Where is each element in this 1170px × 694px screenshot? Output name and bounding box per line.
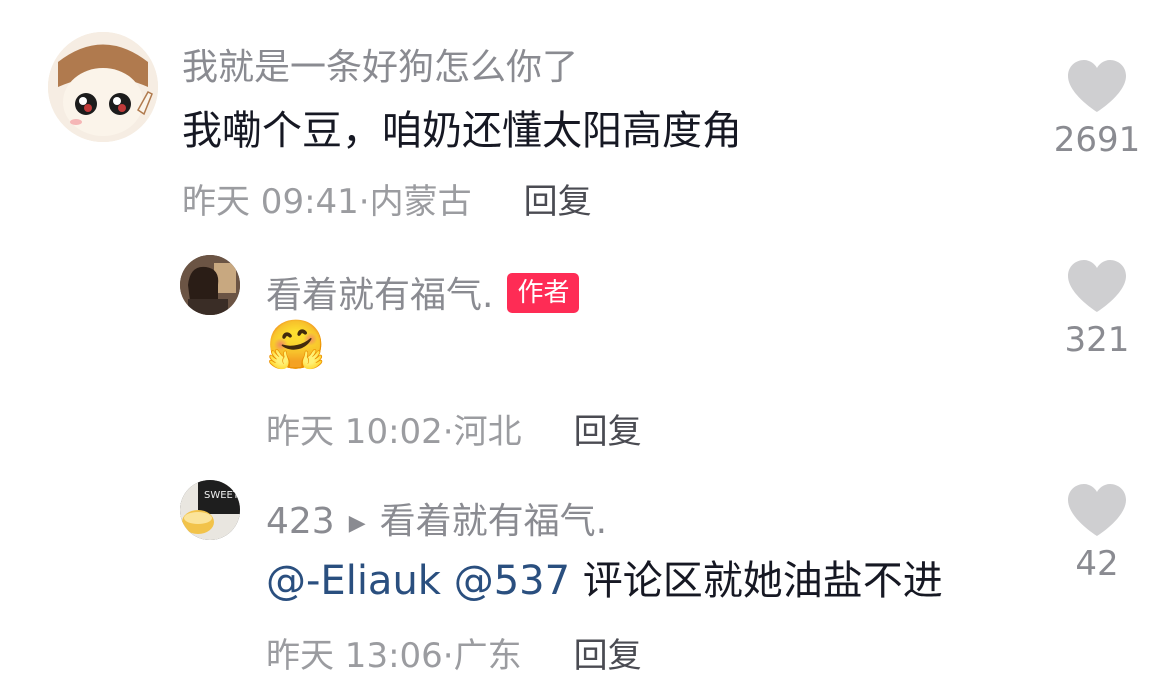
comment-location: 内蒙古 [369,182,472,222]
like-button[interactable]: 321 [1052,258,1142,360]
comment-time: 昨天 10:02 [266,412,443,452]
comment-location: 河北 [453,412,522,452]
heart-icon [1068,260,1126,312]
comment-location: 广东 [453,636,522,676]
comment-meta: 昨天 13:06·广东 回复 [266,628,642,677]
comment-meta: 昨天 09:41·内蒙古 回复 [182,174,592,223]
comment-meta: 昨天 10:02·河北 回复 [266,404,642,453]
author-badge: 作者 [507,273,580,313]
comment-text: 我嘞个豆，咱奶还懂太阳高度角 [182,108,742,154]
username-text[interactable]: 看着就有福气. [266,275,493,316]
svg-text:SWEET: SWEET [204,490,240,501]
reply-to-username[interactable]: 看着就有福气. [380,501,607,542]
username: 看着就有福气. 作者 [266,266,580,318]
like-button[interactable]: 42 [1052,482,1142,584]
separator: · [358,182,370,222]
avatar[interactable]: SWEET [180,480,240,540]
comment-text: @-Eliauk @537 评论区就她油盐不进 [266,548,943,606]
username[interactable]: 我就是一条好狗怎么你了 [182,38,578,90]
mention-link[interactable]: @-Eliauk [266,558,441,604]
heart-icon [1068,60,1126,112]
like-count: 321 [1064,320,1130,360]
avatar[interactable] [48,32,158,142]
photo-avatar-icon: SWEET [180,480,240,540]
comment-time: 昨天 13:06 [266,636,443,676]
reply-arrow-icon: ▶ [348,510,366,536]
reply-header: 423 ▶ 看着就有福气. [266,492,607,544]
separator: · [442,412,454,452]
reply-button[interactable]: 回复 [574,412,642,452]
cartoon-avatar-icon [48,32,158,142]
like-count: 42 [1075,544,1119,584]
photo-avatar-icon [180,255,240,315]
avatar[interactable] [180,255,240,315]
username[interactable]: 423 [266,501,335,542]
comment-body: 评论区就她油盐不进 [582,558,943,604]
comment-time: 昨天 09:41 [182,182,359,222]
heart-icon [1068,484,1126,536]
like-button[interactable]: 2691 [1052,58,1142,160]
comment-text: 🤗 [266,317,326,373]
reply-button[interactable]: 回复 [524,182,592,222]
like-count: 2691 [1053,120,1141,160]
mention-link[interactable]: @537 [454,558,570,604]
reply-button[interactable]: 回复 [574,636,642,676]
separator: · [442,636,454,676]
